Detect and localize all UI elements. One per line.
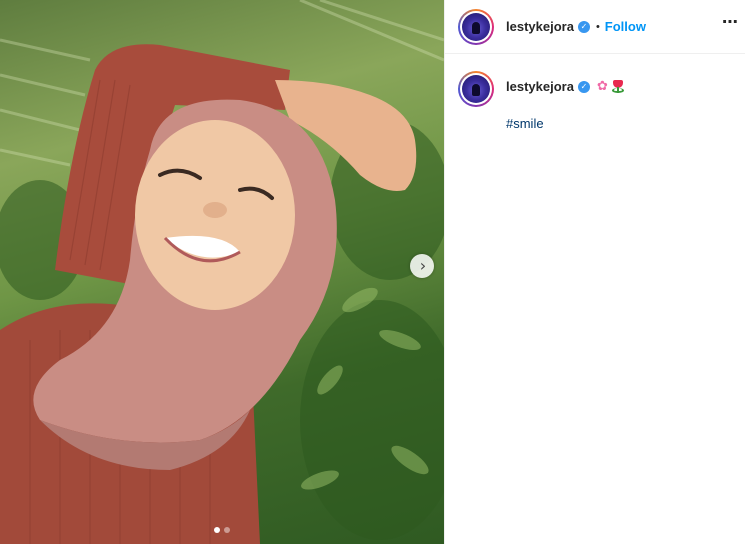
hashtag-link[interactable]: #smile: [506, 116, 624, 131]
cherry-blossom-icon: ✿: [596, 79, 608, 94]
caption: lestykejora ✓ ✿ #smile: [445, 54, 745, 131]
post-header: lestykejora ✓ • Follow ⋯: [445, 0, 745, 54]
carousel-next-button[interactable]: ›: [410, 254, 434, 278]
avatar-image: [462, 12, 490, 41]
post-photo[interactable]: ›: [0, 0, 444, 544]
caption-username-link[interactable]: lestykejora: [506, 79, 574, 94]
caption-line: lestykejora ✓ ✿: [506, 79, 624, 94]
post-sidebar: lestykejora ✓ • Follow ⋯ lestykejora ✓ ✿…: [444, 0, 745, 544]
carousel-dot: [224, 527, 230, 533]
username-link[interactable]: lestykejora: [506, 19, 574, 34]
avatar[interactable]: [458, 8, 494, 45]
avatar-border: [460, 73, 492, 105]
verified-badge-icon: ✓: [577, 80, 590, 93]
carousel-indicator: [0, 527, 444, 533]
caption-avatar[interactable]: [458, 71, 494, 107]
photo-illustration: [0, 0, 444, 544]
chevron-right-icon: ›: [419, 256, 427, 275]
follow-button[interactable]: Follow: [605, 19, 646, 34]
carousel-dot-active: [214, 527, 220, 533]
avatar-image: [462, 75, 490, 103]
tulip-icon: [611, 80, 624, 93]
separator-dot: •: [595, 20, 600, 33]
caption-body: lestykejora ✓ ✿ #smile: [506, 71, 624, 131]
verified-badge-icon: ✓: [577, 20, 590, 33]
more-options-icon[interactable]: ⋯: [722, 12, 739, 31]
avatar-border: [460, 10, 492, 43]
